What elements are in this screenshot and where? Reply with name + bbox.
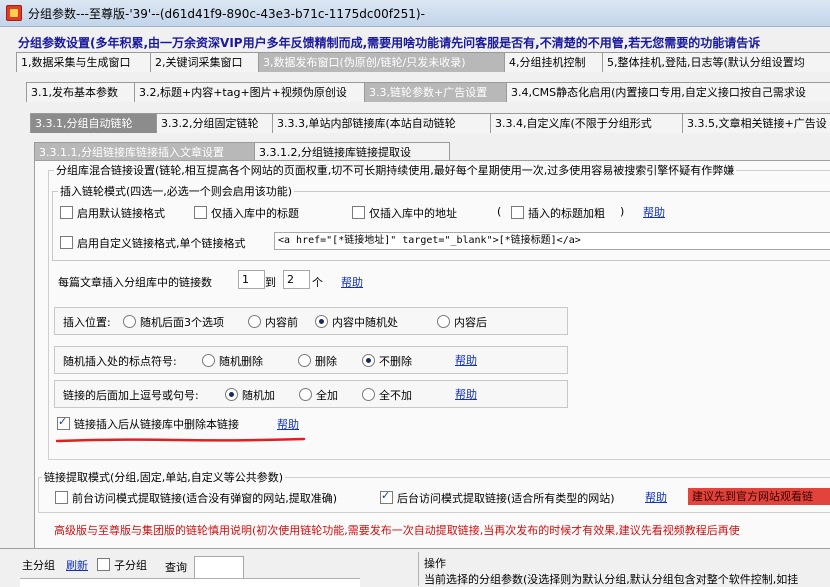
banner-text: 分组参数设置(多年积累,由一万余资深VIP用户多年反馈精制而成,需要用啥功能请先… [18, 36, 761, 50]
tab-article-related[interactable]: 3.3.5,文章相关链接+广告设 [682, 113, 830, 133]
pos-before-content[interactable]: 内容前 [248, 314, 298, 330]
sub-group-toggle[interactable]: 子分组 [97, 557, 147, 573]
extract-front-checkbox[interactable] [55, 491, 68, 504]
tab-custom-lib[interactable]: 3.3.4,自定义库(不限于分组形式 [490, 113, 686, 133]
opt-bold-checkbox[interactable] [511, 206, 524, 219]
red-annotation-underline [56, 437, 306, 443]
bottom-divider [418, 552, 419, 586]
tab-data-collect[interactable]: 1,数据采集与生成窗口 [16, 52, 154, 72]
tab-group-fixed-wheel[interactable]: 3.3.2,分组固定链轮 [156, 113, 276, 133]
opt-addr-checkbox[interactable] [352, 206, 365, 219]
operation-label: 操作 [424, 557, 446, 570]
opt-bold-title[interactable]: 插入的标题加粗 [511, 205, 605, 221]
extract-back-checkbox[interactable] [380, 489, 393, 504]
punct-help-link[interactable]: 帮助 [455, 352, 477, 368]
pos-content-random-radio[interactable] [315, 315, 328, 328]
delete-help-link[interactable]: 帮助 [277, 416, 299, 432]
opt-addr-only[interactable]: 仅插入库中的地址 [352, 205, 457, 221]
pos-random-radio[interactable] [123, 315, 136, 328]
punct-keep-radio[interactable] [362, 354, 375, 367]
query-label: 查询 [165, 561, 187, 574]
punct-random-radio[interactable] [202, 354, 215, 367]
tab-lib-insert-settings[interactable]: 3.3.1.1,分组链接库链接插入文章设置 [34, 142, 258, 162]
extract-back-mode[interactable]: 后台访问模式提取链接(适合所有类型的网站) [380, 489, 615, 506]
delete-after-insert-checkbox[interactable] [57, 415, 70, 430]
mode-legend: 插入链轮模式(四选一,必选一个则会启用该功能) [58, 183, 295, 199]
pos-content-random[interactable]: 内容中随机处 [315, 314, 398, 330]
opt-title-checkbox[interactable] [194, 206, 207, 219]
punct-delete[interactable]: 删除 [298, 353, 337, 369]
bold-close-paren: ) [620, 205, 625, 218]
count-to-label: 到 [265, 276, 276, 289]
tab-publish-basic[interactable]: 3.1,发布基本参数 [26, 82, 140, 102]
tab-keyword-collect[interactable]: 2,关键词采集窗口 [150, 52, 264, 72]
mix-legend: 分组库混合链接设置(链轮,相互提高各个网站的页面权重,切不可长期持续使用,最好每… [54, 162, 737, 178]
tab-lib-extract-settings[interactable]: 3.3.1.2,分组链接库链接提取设 [254, 142, 450, 162]
count-from-input[interactable]: 1 [238, 270, 265, 289]
comma-random-radio[interactable] [225, 388, 238, 401]
pos-before-radio[interactable] [248, 315, 261, 328]
pos-after-content[interactable]: 内容后 [437, 314, 487, 330]
comma-none-radio[interactable] [362, 388, 375, 401]
position-label: 插入位置: [63, 316, 111, 329]
comma-random[interactable]: 随机加 [225, 387, 275, 403]
comma-all[interactable]: 全加 [299, 387, 338, 403]
operation-text: 当前选择的分组参数(没选择则为默认分组,默认分组包含对整个软件控制,如挂 [424, 573, 799, 586]
sub-group-checkbox[interactable] [97, 558, 110, 571]
punct-label: 随机插入处的标点符号: [63, 355, 177, 368]
tab-overall[interactable]: 5,整体挂机,登陆,日志等(默认分组设置均 [602, 52, 830, 72]
tab-group-control[interactable]: 4,分组挂机控制 [504, 52, 606, 72]
delete-after-insert[interactable]: 链接插入后从链接库中删除本链接 [57, 415, 239, 432]
opt-custom-format[interactable]: 启用自定义链接格式,单个链接格式 [60, 235, 246, 251]
tab-pseudo-original[interactable]: 3.2,标题+内容+tag+图片+视频伪原创设 [134, 82, 366, 102]
mode-help-link[interactable]: 帮助 [643, 204, 665, 220]
tab-link-wheel-ads[interactable]: 3.3,链轮参数+广告设置 [364, 82, 510, 102]
count-unit: 个 [312, 276, 323, 289]
punct-delete-radio[interactable] [298, 354, 311, 367]
comma-help-link[interactable]: 帮助 [455, 386, 477, 402]
punct-random-delete[interactable]: 随机删除 [202, 353, 263, 369]
tab-group-auto-wheel[interactable]: 3.3.1,分组自动链轮 [30, 113, 162, 133]
extract-legend: 链接提取模式(分组,固定,单站,自定义等公共参数) [42, 469, 286, 485]
opt-title-only[interactable]: 仅插入库中的标题 [194, 205, 299, 221]
comma-none[interactable]: 全不加 [362, 387, 412, 403]
punct-keep[interactable]: 不删除 [362, 353, 412, 369]
comma-all-radio[interactable] [299, 388, 312, 401]
window-titlebar: 分组参数---至尊版-'39'--(d61d41f9-890c-43e3-b71… [0, 0, 830, 27]
bold-open-paren: ( [497, 205, 502, 218]
pos-after-radio[interactable] [437, 315, 450, 328]
opt-default-format[interactable]: 启用默认链接格式 [60, 205, 165, 221]
tab-site-internal-lib[interactable]: 3.3.3,单站内部链接库(本站自动链轮 [272, 113, 494, 133]
extract-front-mode[interactable]: 前台访问模式提取链接(适合没有弹窗的网站,提取准确) [55, 490, 337, 506]
main-group-label: 主分组 [22, 559, 55, 572]
tab-data-publish[interactable]: 3,数据发布窗口(伪原创/链轮/只发未收录) [258, 52, 508, 72]
count-label: 每篇文章插入分组库中的链接数 [58, 276, 212, 289]
linkwheel-caution-text: 高级版与至尊版与集团版的链轮慎用说明(初次使用链轮功能,需要发布一次自动提取链接… [54, 524, 740, 537]
opt-custom-checkbox[interactable] [60, 236, 73, 249]
count-to-input[interactable]: 2 [283, 270, 310, 289]
refresh-link[interactable]: 刷新 [66, 557, 88, 573]
pos-random-after[interactable]: 随机后面3个选项 [123, 314, 224, 330]
opt-default-checkbox[interactable] [60, 206, 73, 219]
extract-help-link[interactable]: 帮助 [645, 489, 667, 505]
window-title: 分组参数---至尊版-'39'--(d61d41f9-890c-43e3-b71… [28, 7, 425, 21]
official-site-notice[interactable]: 建议先到官方网站观看链 [688, 488, 830, 505]
count-help-link[interactable]: 帮助 [341, 274, 363, 290]
app-icon [6, 5, 22, 21]
custom-format-input[interactable]: <a href="[*链接地址]" target="_blank">[*链接标题… [274, 232, 830, 250]
comma-label: 链接的后面加上逗号或句号: [63, 389, 199, 402]
tab-cms-static[interactable]: 3.4,CMS静态化启用(内置接口专用,自定义接口按自己需求设 [506, 82, 830, 102]
query-input[interactable] [194, 556, 244, 580]
